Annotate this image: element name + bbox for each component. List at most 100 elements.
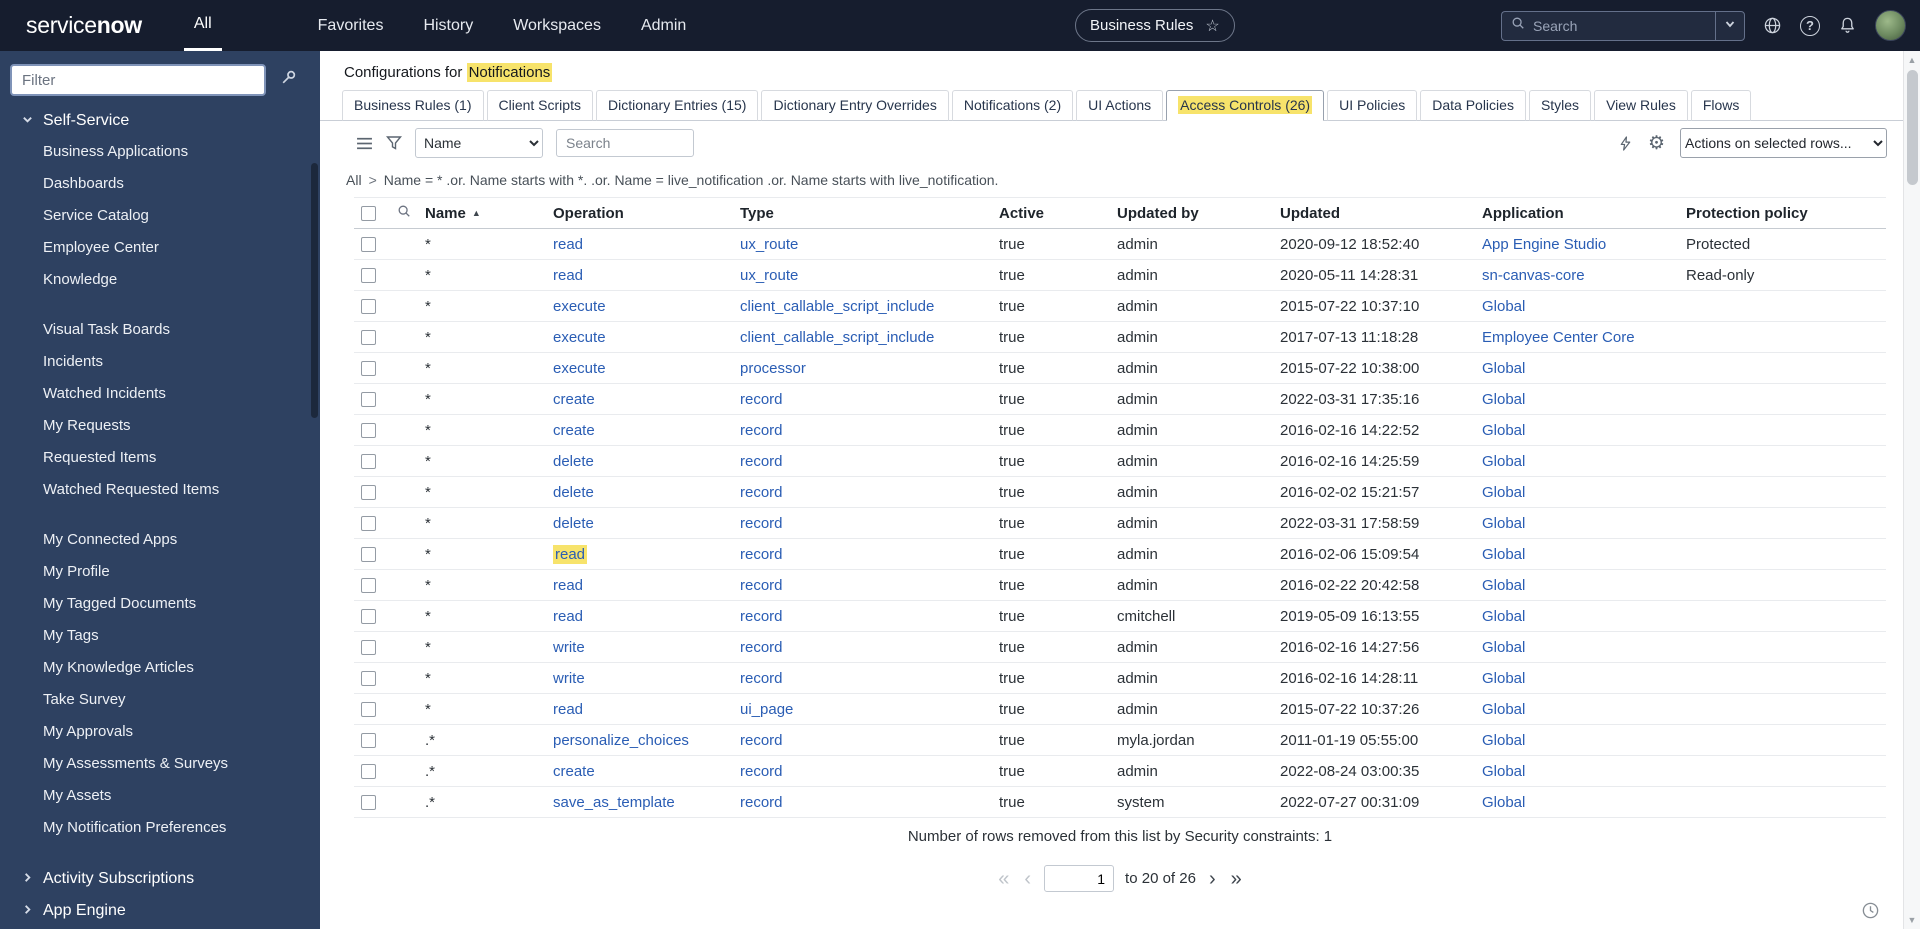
type-link[interactable]: record: [740, 732, 783, 749]
tab-flows[interactable]: Flows: [1690, 90, 1752, 121]
list-search-input[interactable]: [556, 129, 694, 157]
type-link[interactable]: ux_route: [740, 236, 798, 253]
notifications-bell-icon[interactable]: [1838, 16, 1857, 35]
row-checkbox[interactable]: [361, 453, 376, 469]
sidebar-item-knowledge[interactable]: Knowledge: [0, 264, 320, 296]
row-checkbox[interactable]: [361, 267, 376, 283]
operation-link[interactable]: delete: [553, 484, 594, 501]
tab-dictionary-entries-15[interactable]: Dictionary Entries (15): [595, 90, 759, 121]
sidebar-section-self-service[interactable]: Self-Service: [0, 100, 320, 136]
application-link[interactable]: Global: [1482, 670, 1525, 687]
sidebar-item-visual-task-boards[interactable]: Visual Task Boards: [0, 314, 320, 346]
sidebar-item-requested-items[interactable]: Requested Items: [0, 442, 320, 474]
nav-favorites[interactable]: Favorites: [318, 17, 384, 35]
next-page-button[interactable]: ›: [1207, 869, 1218, 889]
user-avatar[interactable]: [1875, 10, 1906, 41]
breadcrumb-query[interactable]: Name = * .or. Name starts with *. .or. N…: [384, 172, 999, 188]
sidebar-item-dashboards[interactable]: Dashboards: [0, 168, 320, 200]
row-checkbox[interactable]: [361, 763, 376, 779]
column-header-updated-by[interactable]: Updated by: [1117, 197, 1280, 229]
column-header-protection-policy[interactable]: Protection policy: [1686, 197, 1886, 229]
sidebar-item-watched-incidents[interactable]: Watched Incidents: [0, 378, 320, 410]
sidebar-item-my-assessments-surveys[interactable]: My Assessments & Surveys: [0, 748, 320, 780]
application-link[interactable]: Global: [1482, 608, 1525, 625]
type-link[interactable]: ui_page: [740, 701, 793, 718]
application-link[interactable]: Global: [1482, 701, 1525, 718]
application-link[interactable]: Global: [1482, 577, 1525, 594]
first-page-button[interactable]: «: [996, 869, 1011, 889]
type-link[interactable]: client_callable_script_include: [740, 329, 934, 346]
tab-ui-policies[interactable]: UI Policies: [1327, 90, 1418, 121]
sidebar-item-incidents[interactable]: Incidents: [0, 346, 320, 378]
sidebar-item-my-tags[interactable]: My Tags: [0, 620, 320, 652]
operation-link[interactable]: read: [553, 608, 583, 625]
global-search[interactable]: [1501, 10, 1715, 41]
sidebar-section-activity-subscriptions[interactable]: Activity Subscriptions: [0, 863, 320, 895]
tab-ui-actions[interactable]: UI Actions: [1076, 90, 1164, 121]
row-checkbox[interactable]: [361, 298, 376, 314]
type-link[interactable]: record: [740, 794, 783, 811]
last-page-button[interactable]: »: [1229, 869, 1244, 889]
sidebar-item-watched-requested-items[interactable]: Watched Requested Items: [0, 474, 320, 506]
tab-data-policies[interactable]: Data Policies: [1420, 90, 1526, 121]
pin-icon[interactable]: [280, 69, 297, 91]
tab-access-controls-26[interactable]: Access Controls (26): [1166, 90, 1325, 121]
sidebar-item-my-approvals[interactable]: My Approvals: [0, 716, 320, 748]
globe-icon[interactable]: [1763, 16, 1782, 35]
sidebar-item-take-survey[interactable]: Take Survey: [0, 684, 320, 716]
type-link[interactable]: record: [740, 639, 783, 656]
sidebar-item-my-assets[interactable]: My Assets: [0, 780, 320, 812]
row-checkbox[interactable]: [361, 484, 376, 500]
operation-link[interactable]: delete: [553, 453, 594, 470]
row-checkbox[interactable]: [361, 236, 376, 252]
application-link[interactable]: Global: [1482, 515, 1525, 532]
actions-on-selected-rows-select[interactable]: Actions on selected rows...: [1680, 128, 1887, 158]
nav-workspaces[interactable]: Workspaces: [513, 17, 601, 35]
operation-link[interactable]: read: [553, 267, 583, 284]
filter-icon[interactable]: [386, 135, 402, 151]
select-all-checkbox[interactable]: [361, 205, 376, 221]
operation-link[interactable]: save_as_template: [553, 794, 675, 811]
operation-link[interactable]: read: [553, 701, 583, 718]
operation-link[interactable]: delete: [553, 515, 594, 532]
application-link[interactable]: Global: [1482, 484, 1525, 501]
servicenow-logo[interactable]: servicenow: [26, 12, 142, 39]
flash-icon[interactable]: [1618, 135, 1633, 151]
sidebar-filter-input[interactable]: [10, 64, 266, 96]
row-checkbox[interactable]: [361, 329, 376, 345]
column-header-operation[interactable]: Operation: [553, 197, 740, 229]
sidebar-section-app-engine[interactable]: App Engine: [0, 895, 320, 927]
sidebar-item-my-knowledge-articles[interactable]: My Knowledge Articles: [0, 652, 320, 684]
application-link[interactable]: Global: [1482, 391, 1525, 408]
column-header-active[interactable]: Active: [999, 197, 1117, 229]
type-link[interactable]: record: [740, 577, 783, 594]
type-link[interactable]: ux_route: [740, 267, 798, 284]
application-link[interactable]: Global: [1482, 422, 1525, 439]
row-checkbox[interactable]: [361, 794, 376, 810]
nav-all-menu[interactable]: All: [183, 0, 222, 51]
row-checkbox[interactable]: [361, 422, 376, 438]
search-column-select[interactable]: Name: [415, 128, 543, 158]
application-link[interactable]: Global: [1482, 360, 1525, 377]
column-header-application[interactable]: Application: [1482, 197, 1686, 229]
type-link[interactable]: record: [740, 453, 783, 470]
row-checkbox[interactable]: [361, 701, 376, 717]
type-link[interactable]: record: [740, 391, 783, 408]
tab-notifications-2[interactable]: Notifications (2): [951, 90, 1074, 121]
tab-business-rules-1[interactable]: Business Rules (1): [342, 90, 484, 121]
application-link[interactable]: Global: [1482, 732, 1525, 749]
list-menu-icon[interactable]: [356, 135, 373, 152]
type-link[interactable]: client_callable_script_include: [740, 298, 934, 315]
page-number-input[interactable]: [1044, 865, 1115, 892]
search-scope-dropdown[interactable]: [1715, 10, 1745, 41]
sidebar-scrollbar-thumb[interactable]: [311, 163, 318, 418]
column-header-type[interactable]: Type: [740, 197, 999, 229]
row-checkbox[interactable]: [361, 670, 376, 686]
operation-link[interactable]: execute: [553, 298, 606, 315]
row-checkbox[interactable]: [361, 360, 376, 376]
row-checkbox[interactable]: [361, 732, 376, 748]
operation-link[interactable]: write: [553, 670, 585, 687]
row-checkbox[interactable]: [361, 608, 376, 624]
application-link[interactable]: Global: [1482, 546, 1525, 563]
type-link[interactable]: record: [740, 484, 783, 501]
